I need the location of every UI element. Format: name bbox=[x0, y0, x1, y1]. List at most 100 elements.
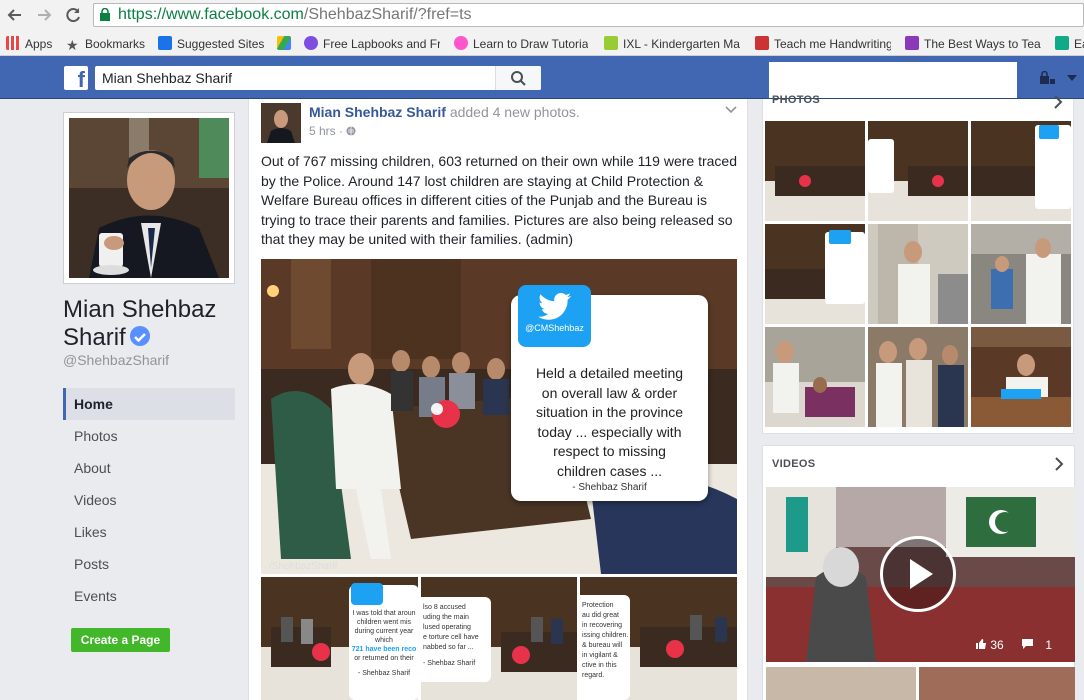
photo-grid-item[interactable] bbox=[971, 327, 1071, 427]
twitter-badge: @CMShehbaz bbox=[518, 285, 591, 347]
thumbnail-tweet-card: lso 8 accused uding the main lused opera… bbox=[421, 597, 491, 682]
thumbnail-tweet-card: I was told that aroun children went mis … bbox=[349, 583, 418, 700]
nav-item-photos[interactable]: Photos bbox=[63, 420, 235, 452]
photos-card: PHOTOS bbox=[762, 94, 1074, 434]
twitter-bird-icon bbox=[537, 293, 571, 320]
chevron-right-icon[interactable] bbox=[1054, 457, 1064, 471]
smiley-icon bbox=[304, 36, 318, 50]
globe-icon bbox=[346, 126, 356, 136]
facebook-logo[interactable]: f bbox=[64, 66, 88, 92]
twitter-badge-icon bbox=[351, 583, 383, 605]
search-box bbox=[95, 66, 541, 90]
post-author-avatar[interactable] bbox=[261, 103, 301, 143]
profile-photo-image bbox=[69, 118, 229, 278]
lock-icon bbox=[100, 8, 110, 21]
nav-item-about[interactable]: About bbox=[63, 452, 235, 484]
bookmark-suggested-sites[interactable]: Suggested Sites bbox=[158, 35, 264, 53]
tweet-quote-card: @CMShehbaz Held a detailed meeting on ov… bbox=[511, 285, 708, 501]
photo-grid-item[interactable] bbox=[765, 327, 865, 427]
page-handle: @ShehbazSharif bbox=[63, 352, 170, 368]
bookmarks-bar: Apps ★ Bookmarks Suggested Sites Free Lap… bbox=[0, 31, 1084, 56]
bookmark-bookmarks[interactable]: ★ Bookmarks bbox=[66, 35, 145, 53]
video-comment-count: 1 bbox=[1045, 638, 1053, 652]
video-like-count: 36 bbox=[990, 638, 1004, 652]
chevron-right-icon[interactable] bbox=[1053, 95, 1063, 109]
post-header: Mian Shehbaz Sharif added 4 new photos. bbox=[309, 104, 580, 120]
profile-picture[interactable] bbox=[63, 112, 235, 284]
nav-item-videos[interactable]: Videos bbox=[63, 484, 235, 516]
post-options-chevron-icon[interactable] bbox=[725, 103, 737, 117]
photo-grid-item[interactable] bbox=[765, 121, 865, 221]
bookmark-ixl[interactable]: IXL - Kindergarten Ma bbox=[604, 35, 742, 53]
search-input[interactable] bbox=[95, 66, 495, 90]
post-thumbnail-3[interactable]: Protection au did great in recovering is… bbox=[580, 577, 737, 700]
bookmark-best-ways[interactable]: The Best Ways to Teac bbox=[905, 35, 1041, 53]
thumbnail-tweet-card: Protection au did great in recovering is… bbox=[580, 595, 630, 700]
videos-card: VIDEOS bbox=[762, 445, 1075, 700]
video-thumbnail-2[interactable] bbox=[766, 667, 916, 700]
video-stats: 36 1 bbox=[975, 638, 1052, 652]
account-menu-icon[interactable] bbox=[1038, 71, 1078, 85]
bookmark-purple-icon bbox=[905, 36, 919, 50]
bookmark-teal-icon bbox=[1055, 36, 1069, 50]
nav-item-posts[interactable]: Posts bbox=[63, 548, 235, 580]
bookmark-ea[interactable]: Ea bbox=[1055, 35, 1084, 53]
post-card: Mian Shehbaz Sharif added 4 new photos. … bbox=[248, 99, 748, 700]
page-title: Mian Shehbaz Sharif bbox=[63, 296, 217, 351]
facebook-header: f bbox=[0, 56, 1084, 99]
tweet-signature: - Shehbaz Sharif bbox=[572, 482, 647, 493]
post-timestamp[interactable]: 5 hrs · bbox=[309, 124, 356, 138]
drive-icon bbox=[277, 36, 291, 50]
bookmark-apps[interactable]: Apps bbox=[6, 35, 52, 53]
back-icon[interactable] bbox=[4, 4, 26, 26]
tweet-quote-text: Held a detailed meeting on overall law &… bbox=[535, 365, 684, 479]
bookmark-lapbooks[interactable]: Free Lapbooks and Fr bbox=[304, 35, 440, 53]
browser-toolbar: https://www.facebook.com/ShehbazSharif/?… bbox=[0, 0, 1084, 31]
apps-grid-icon bbox=[6, 36, 20, 50]
bookmark-handwriting[interactable]: Teach me Handwriting bbox=[755, 35, 891, 53]
photo-grid-item[interactable] bbox=[971, 224, 1071, 324]
star-icon: ★ bbox=[66, 37, 79, 53]
comment-icon bbox=[1022, 639, 1034, 649]
play-icon bbox=[910, 559, 933, 589]
photo-grid-item[interactable] bbox=[868, 224, 968, 324]
play-button[interactable] bbox=[880, 536, 956, 612]
post-thumbnail-1[interactable]: I was told that aroun children went mis … bbox=[261, 577, 418, 700]
post-action: added 4 new photos. bbox=[449, 104, 580, 120]
search-button[interactable] bbox=[495, 66, 541, 90]
photo-grid-item[interactable] bbox=[868, 327, 968, 427]
ixl-icon bbox=[604, 36, 618, 50]
photo-grid-item[interactable] bbox=[765, 224, 865, 324]
post-thumbnail-2[interactable]: lso 8 accused uding the main lused opera… bbox=[421, 577, 577, 700]
forward-icon[interactable] bbox=[33, 4, 55, 26]
search-icon bbox=[511, 71, 526, 86]
create-page-button[interactable]: Create a Page bbox=[71, 628, 170, 652]
video-thumbnail[interactable] bbox=[766, 487, 1075, 662]
reload-icon[interactable] bbox=[62, 4, 84, 26]
url-host: www.facebook.com bbox=[166, 6, 304, 23]
face-icon bbox=[454, 36, 468, 50]
nav-item-likes[interactable]: Likes bbox=[63, 516, 235, 548]
photo-grid-item[interactable] bbox=[971, 121, 1071, 221]
handwriting-icon bbox=[755, 36, 769, 50]
url-path: /ShehbazSharif/?fref=ts bbox=[303, 6, 472, 23]
videos-card-title[interactable]: VIDEOS bbox=[772, 458, 815, 470]
header-user-area[interactable] bbox=[769, 62, 1017, 98]
photo-watermark: /ShehbazSharif bbox=[269, 561, 338, 572]
bing-icon bbox=[158, 36, 172, 50]
address-bar[interactable]: https://www.facebook.com/ShehbazSharif/?… bbox=[93, 3, 1084, 27]
like-icon bbox=[976, 639, 986, 649]
post-body: Out of 767 missing children, 603 returne… bbox=[261, 153, 738, 247]
left-navigation: Home Photos About Videos Likes Posts Eve… bbox=[63, 388, 235, 612]
photo-grid-item[interactable] bbox=[868, 121, 968, 221]
verified-badge-icon bbox=[129, 326, 150, 346]
photos-card-title[interactable]: PHOTOS bbox=[772, 94, 820, 106]
nav-item-home[interactable]: Home bbox=[63, 388, 235, 420]
bookmark-drive[interactable] bbox=[277, 35, 296, 53]
post-main-photo[interactable]: /ShehbazSharif @CMShehbaz Held a detaile… bbox=[261, 259, 737, 574]
post-author-link[interactable]: Mian Shehbaz Sharif bbox=[309, 104, 446, 120]
video-thumbnail-3[interactable] bbox=[919, 667, 1075, 700]
url-scheme: https:// bbox=[118, 6, 167, 23]
bookmark-draw[interactable]: Learn to Draw Tutoria bbox=[454, 35, 588, 53]
nav-item-events[interactable]: Events bbox=[63, 580, 235, 612]
